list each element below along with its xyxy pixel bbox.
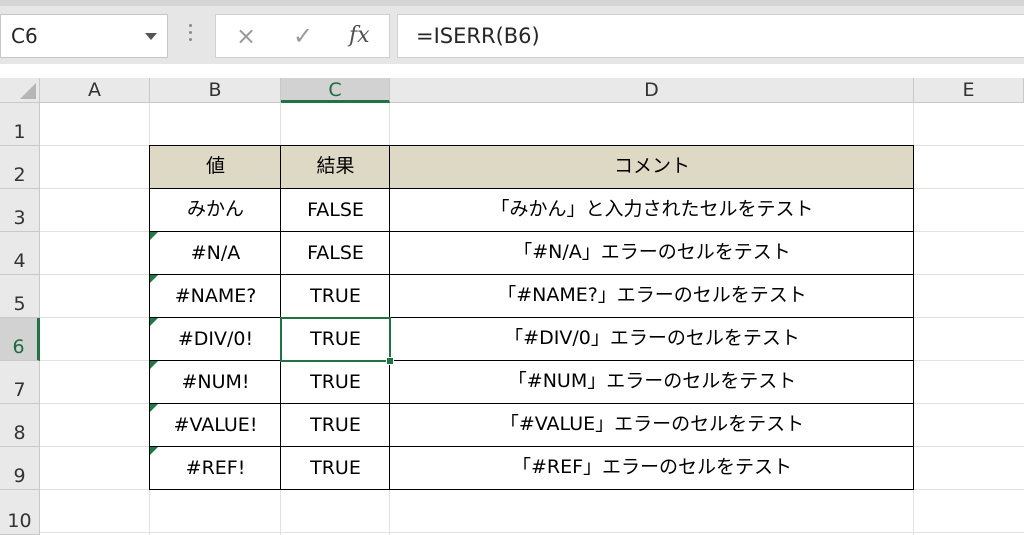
table-cell-comment[interactable]: 「#VALUE」エラーのセルをテスト	[390, 404, 914, 447]
table-cell-comment[interactable]: 「#NAME?」エラーのセルをテスト	[390, 275, 914, 318]
table-cell-comment[interactable]: 「#DIV/0」エラーのセルをテスト	[390, 318, 914, 361]
row-header-8[interactable]: 8	[0, 404, 40, 447]
table-cell-comment[interactable]: 「#REF」エラーのセルをテスト	[390, 447, 914, 490]
cancel-icon[interactable]: ×	[236, 23, 256, 49]
table-cell-result[interactable]: TRUE	[281, 275, 390, 318]
name-box[interactable]: C6	[0, 14, 168, 58]
table-cell-value[interactable]: #REF!	[150, 447, 281, 490]
row-header-9[interactable]: 9	[0, 447, 40, 490]
formula-buttons: × ✓ fx	[215, 14, 390, 58]
table-header-result[interactable]: 結果	[281, 146, 390, 189]
column-header-a[interactable]: A	[40, 78, 150, 103]
row-header-4[interactable]: 4	[0, 232, 40, 275]
name-box-value: C6	[11, 24, 38, 48]
chevron-down-icon[interactable]	[145, 33, 157, 40]
column-header-c[interactable]: C	[281, 78, 390, 103]
row-header-1[interactable]: 1	[0, 103, 40, 146]
table-border	[913, 145, 914, 490]
ribbon-edge	[0, 0, 1024, 6]
error-indicator-icon[interactable]	[150, 447, 158, 455]
table-border	[150, 274, 914, 275]
table-border	[150, 360, 914, 361]
table-border	[150, 231, 914, 232]
select-all-button[interactable]	[0, 78, 40, 103]
table-cell-value[interactable]: #DIV/0!	[150, 318, 281, 361]
table-header-comment[interactable]: コメント	[390, 146, 914, 189]
table-cell-comment[interactable]: 「みかん」と入力されたセルをテスト	[390, 189, 914, 232]
table-border	[150, 446, 914, 447]
table-border	[150, 489, 914, 490]
select-all-icon	[20, 83, 36, 99]
table-cell-value[interactable]: #NAME?	[150, 275, 281, 318]
column-header-d[interactable]: D	[390, 78, 914, 103]
column-header-b[interactable]: B	[150, 78, 281, 103]
table-cell-comment[interactable]: 「#NUM」エラーのセルをテスト	[390, 361, 914, 404]
row-header-5[interactable]: 5	[0, 275, 40, 318]
formula-text: =ISERR(B6)	[416, 24, 540, 48]
table-cell-value[interactable]: #N/A	[150, 232, 281, 275]
active-cell-selection[interactable]	[280, 317, 391, 362]
table-border	[150, 145, 914, 146]
table-border	[150, 403, 914, 404]
error-indicator-icon[interactable]	[150, 318, 158, 326]
table-cell-result[interactable]: TRUE	[281, 404, 390, 447]
table-cell-result[interactable]: FALSE	[281, 189, 390, 232]
table-cell-value[interactable]: #NUM!	[150, 361, 281, 404]
table-cell-result[interactable]: TRUE	[281, 447, 390, 490]
row-header-3[interactable]: 3	[0, 189, 40, 232]
formula-input[interactable]: =ISERR(B6)	[397, 14, 1024, 58]
table-cell-value[interactable]: #VALUE!	[150, 404, 281, 447]
table-cell-value[interactable]: みかん	[150, 189, 281, 232]
table-header-value[interactable]: 値	[150, 146, 281, 189]
table-cell-comment[interactable]: 「#N/A」エラーのセルをテスト	[390, 232, 914, 275]
fill-handle[interactable]	[386, 357, 394, 365]
enter-icon[interactable]: ✓	[293, 23, 313, 49]
row-header-10[interactable]: 10	[0, 490, 40, 535]
table-border	[150, 317, 914, 318]
table-cell-result[interactable]: TRUE	[281, 361, 390, 404]
error-indicator-icon[interactable]	[150, 404, 158, 412]
error-indicator-icon[interactable]	[150, 232, 158, 240]
table-border	[150, 188, 914, 189]
insert-function-icon[interactable]: fx	[349, 23, 370, 49]
row-header-7[interactable]: 7	[0, 361, 40, 404]
column-header-e[interactable]: E	[914, 78, 1024, 103]
error-indicator-icon[interactable]	[150, 275, 158, 283]
row-header-2[interactable]: 2	[0, 146, 40, 189]
error-indicator-icon[interactable]	[150, 361, 158, 369]
gridline	[40, 532, 1024, 533]
table-cell-result[interactable]: FALSE	[281, 232, 390, 275]
row-header-6[interactable]: 6	[0, 318, 40, 361]
drag-handle-icon[interactable]	[189, 24, 193, 46]
